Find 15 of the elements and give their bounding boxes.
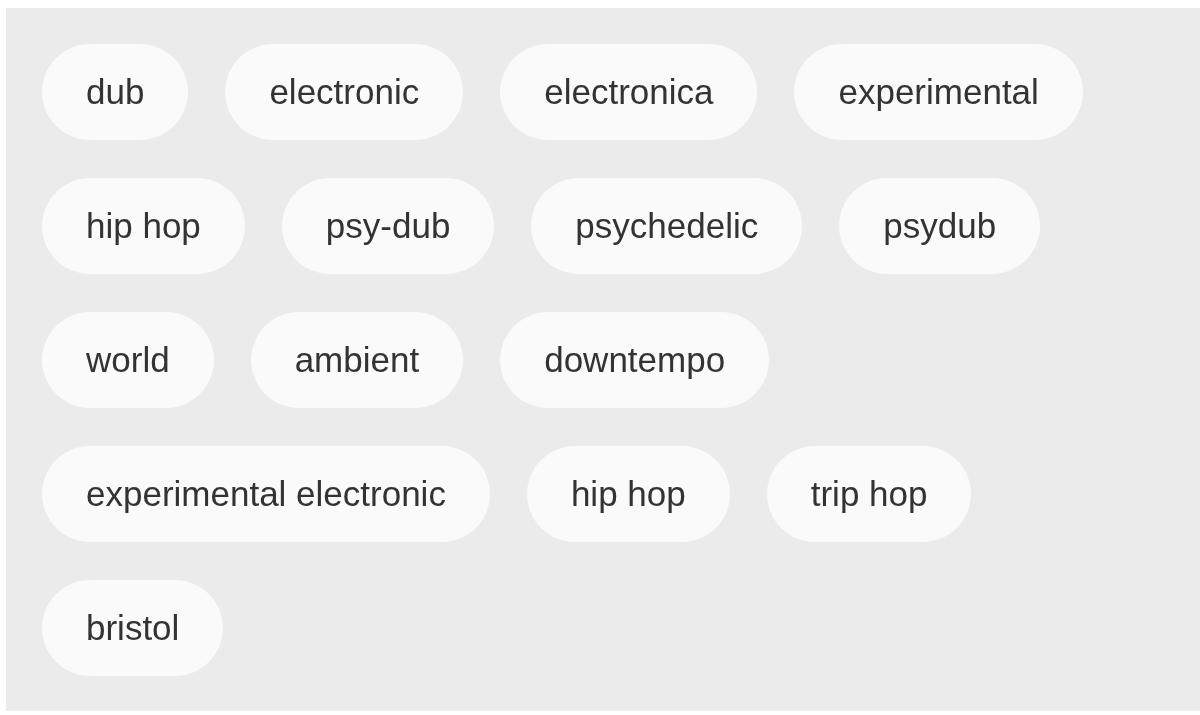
genre-tag[interactable]: psychedelic bbox=[531, 178, 803, 274]
genre-tag[interactable]: bristol bbox=[42, 580, 224, 676]
genre-tag[interactable]: dub bbox=[42, 44, 189, 140]
genre-tag[interactable]: electronica bbox=[500, 44, 758, 140]
genre-tag[interactable]: world bbox=[42, 312, 214, 408]
genre-tag[interactable]: psy-dub bbox=[281, 178, 495, 274]
genre-tag[interactable]: trip hop bbox=[766, 446, 972, 542]
genre-tag[interactable]: downtempo bbox=[500, 312, 770, 408]
genre-tag[interactable]: experimental bbox=[794, 44, 1083, 140]
genre-tag[interactable]: psydub bbox=[839, 178, 1041, 274]
genre-tag[interactable]: hip hop bbox=[42, 178, 245, 274]
genre-tag[interactable]: experimental electronic bbox=[42, 446, 490, 542]
genre-tag[interactable]: electronic bbox=[225, 44, 464, 140]
genre-tag[interactable]: hip hop bbox=[526, 446, 730, 542]
genre-tag[interactable]: ambient bbox=[250, 312, 464, 408]
